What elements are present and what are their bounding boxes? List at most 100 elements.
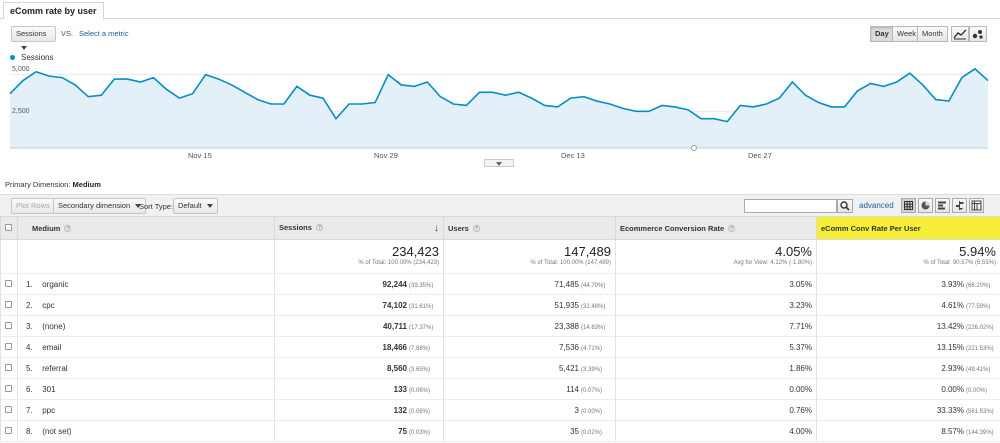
metric-select[interactable]: Sessions [11, 26, 56, 51]
row-checkbox-cell[interactable] [0, 273, 18, 295]
row-checkbox[interactable] [5, 384, 12, 392]
ecomm-user-pct: (66.20%) [966, 282, 991, 289]
ecomm-user-cell: 8.57% (144.39%) [816, 420, 1000, 442]
ecr-value: 4.00% [789, 426, 812, 436]
ecomm-user-value: 13.15% [936, 342, 964, 352]
users-pct: (14.63%) [581, 324, 606, 331]
row-checkbox[interactable] [5, 426, 12, 434]
medium-link[interactable]: (none) [42, 322, 65, 331]
medium-link[interactable]: ppc [42, 406, 55, 415]
ecomm-user-value: 2.93% [941, 363, 964, 373]
header-ecommerce-conversion-rate[interactable]: Ecommerce Conversion Rate? [615, 216, 817, 240]
ecr-value: 1.86% [789, 363, 812, 373]
medium-link[interactable]: (not set) [42, 427, 71, 436]
total-ecomm-user-value: 5.94% [959, 244, 996, 259]
primary-dimension: Primary Dimension: Medium [5, 180, 101, 189]
total-sessions-sub: % of Total: 100.00% (234,423) [358, 260, 439, 266]
row-checkbox[interactable] [5, 279, 12, 287]
help-icon[interactable]: ? [728, 225, 736, 233]
row-checkbox-cell[interactable] [0, 357, 18, 379]
header-medium[interactable]: Medium? [17, 216, 275, 240]
header-ecomm-conv-rate-per-user[interactable]: eComm Conv Rate Per User [816, 216, 1000, 240]
sessions-cell: 40,711 (17.37%) [274, 315, 444, 337]
medium-link[interactable]: referral [42, 364, 67, 373]
table-search-input[interactable] [744, 199, 837, 213]
sessions-pct: (0.03%) [409, 429, 431, 436]
medium-link[interactable]: organic [42, 280, 68, 289]
sort-type-label: Sort Type: [139, 202, 174, 211]
users-cell: 114 (0.07%) [443, 378, 616, 400]
header-users[interactable]: Users? [443, 216, 616, 240]
sessions-cell: 75 (0.03%) [274, 420, 444, 442]
medium-link[interactable]: email [42, 343, 61, 352]
sessions-cell: 74,102 (31.61%) [274, 294, 444, 316]
ecomm-user-cell: 13.15% (221.53%) [816, 336, 1000, 358]
sessions-pct: (0.06%) [409, 387, 431, 394]
search-icon[interactable] [837, 199, 853, 213]
header-users-label: Users [448, 223, 469, 233]
row-checkbox-cell[interactable] [0, 294, 18, 316]
plot-rows-button[interactable]: Plot Rows [11, 198, 55, 214]
row-checkbox-cell[interactable] [0, 378, 18, 400]
row-checkbox[interactable] [5, 405, 12, 413]
row-checkbox[interactable] [5, 342, 12, 350]
motion-chart-icon[interactable] [969, 26, 987, 42]
users-cell: 35 (0.02%) [443, 420, 616, 442]
advanced-filter-link[interactable]: advanced [859, 201, 894, 210]
header-sessions[interactable]: Sessions? ↓ [274, 216, 444, 240]
row-checkbox-cell[interactable] [0, 336, 18, 358]
primary-dimension-medium[interactable]: Medium [73, 180, 101, 189]
pie-view-icon[interactable] [918, 198, 933, 213]
metric-select-value: Sessions [16, 29, 47, 38]
row-checkbox[interactable] [5, 321, 12, 329]
sessions-pct: (0.06%) [409, 408, 431, 415]
medium-link[interactable]: 301 [42, 385, 55, 394]
sessions-value: 18,466 [382, 342, 407, 352]
users-value: 23,388 [554, 321, 579, 331]
pivot-view-icon[interactable] [969, 198, 984, 213]
sessions-cell: 92,244 (39.35%) [274, 273, 444, 295]
chart-collapse-handle[interactable] [484, 159, 514, 167]
users-pct: (0.02%) [581, 429, 603, 436]
select-metric-link[interactable]: Select a metric [79, 29, 129, 38]
row-index: 8. [26, 426, 33, 436]
users-value: 3 [574, 405, 579, 415]
help-icon[interactable]: ? [315, 224, 323, 232]
sort-desc-arrow-icon: ↓ [434, 222, 439, 234]
total-sessions-value: 234,423 [392, 244, 439, 259]
sort-type-select[interactable]: Default [173, 198, 218, 214]
users-cell: 7,536 (4.71%) [443, 336, 616, 358]
ecomm-user-value: 4.61% [941, 300, 964, 310]
row-index: 7. [26, 405, 33, 415]
row-checkbox-cell[interactable] [0, 399, 18, 421]
secondary-dimension-select[interactable]: Secondary dimension [53, 198, 147, 214]
sessions-value: 75 [398, 426, 407, 436]
ecr-cell: 1.86% [615, 357, 817, 379]
x-tick-label: Nov 15 [188, 151, 212, 160]
row-checkbox[interactable] [5, 300, 12, 308]
row-index: 1. [26, 279, 33, 289]
sessions-value: 8,560 [386, 363, 407, 373]
help-icon[interactable]: ? [64, 225, 72, 233]
comparison-view-icon[interactable] [952, 198, 967, 213]
row-index: 2. [26, 300, 33, 310]
month-button[interactable]: Month [917, 26, 948, 42]
select-all-checkbox[interactable] [5, 223, 12, 231]
medium-cell: 1. organic [17, 273, 275, 295]
table-view-icon[interactable] [901, 198, 916, 213]
totals-blank [17, 239, 275, 274]
row-checkbox-cell[interactable] [0, 420, 18, 442]
medium-link[interactable]: cpc [42, 301, 54, 310]
bar-view-icon[interactable] [935, 198, 950, 213]
row-checkbox-cell[interactable] [0, 315, 18, 337]
help-icon[interactable]: ? [472, 225, 480, 233]
header-sessions-label: Sessions [279, 222, 312, 232]
line-chart-icon[interactable] [951, 26, 969, 42]
day-button[interactable]: Day [870, 26, 894, 42]
total-users-sub: % of Total: 100.00% (147,489) [530, 260, 611, 266]
select-all-cell[interactable] [0, 216, 18, 240]
report-tab[interactable]: eComm rate by user [3, 2, 104, 20]
table-row: 3. (none) 40,711 (17.37%) 23,388 (14.63%) 7.7… [0, 315, 1000, 337]
medium-cell: 2. cpc [17, 294, 275, 316]
row-checkbox[interactable] [5, 363, 12, 371]
